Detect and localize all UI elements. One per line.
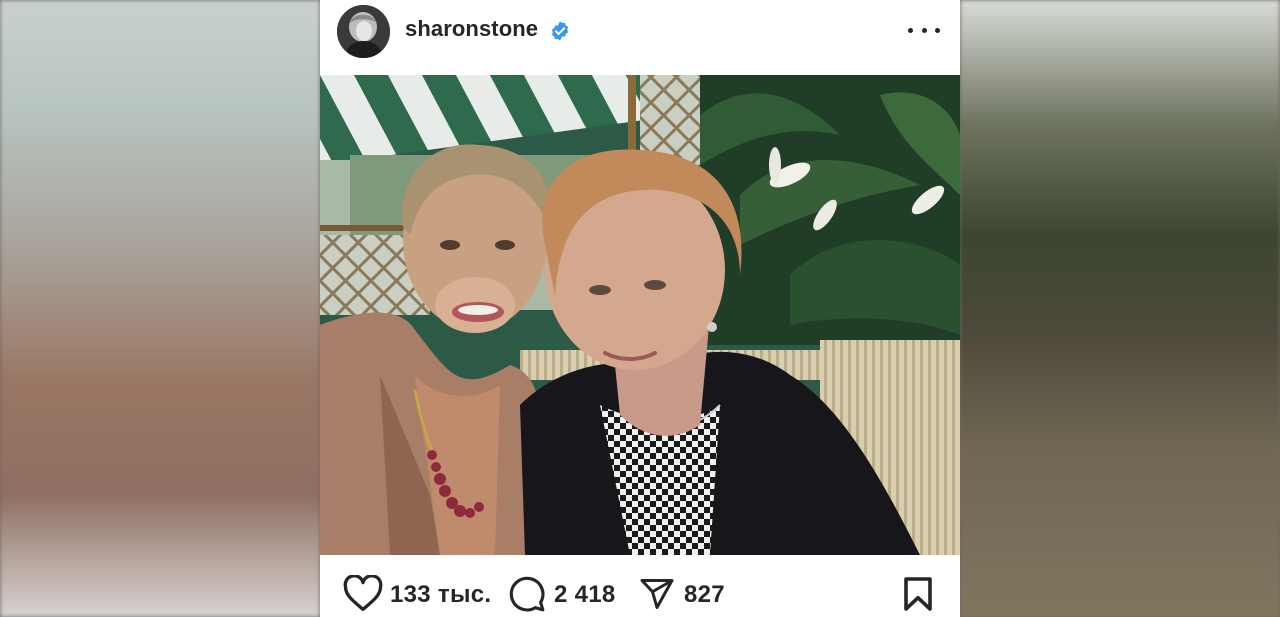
send-icon[interactable] xyxy=(638,576,676,612)
instagram-post: sharonstone 133 тыс. 2 418 827 xyxy=(320,0,960,617)
post-photo[interactable] xyxy=(320,75,960,555)
screenshot-stage: sharonstone 133 тыс. 2 418 827 xyxy=(0,0,1280,617)
more-options-icon[interactable] xyxy=(908,18,940,42)
post-actions: 133 тыс. 2 418 827 xyxy=(320,555,960,617)
share-count[interactable]: 827 xyxy=(684,581,725,609)
username[interactable]: sharonstone xyxy=(405,16,538,42)
comment-count[interactable]: 2 418 xyxy=(554,581,616,609)
blurred-background-right xyxy=(960,0,1280,617)
bookmark-icon[interactable] xyxy=(902,576,934,612)
heart-icon[interactable] xyxy=(343,575,383,612)
comment-icon[interactable] xyxy=(508,575,546,613)
verified-badge-icon xyxy=(551,21,569,41)
avatar[interactable] xyxy=(337,5,390,58)
like-count[interactable]: 133 тыс. xyxy=(390,581,491,609)
blurred-background-left xyxy=(0,0,320,617)
post-header: sharonstone xyxy=(320,0,960,75)
